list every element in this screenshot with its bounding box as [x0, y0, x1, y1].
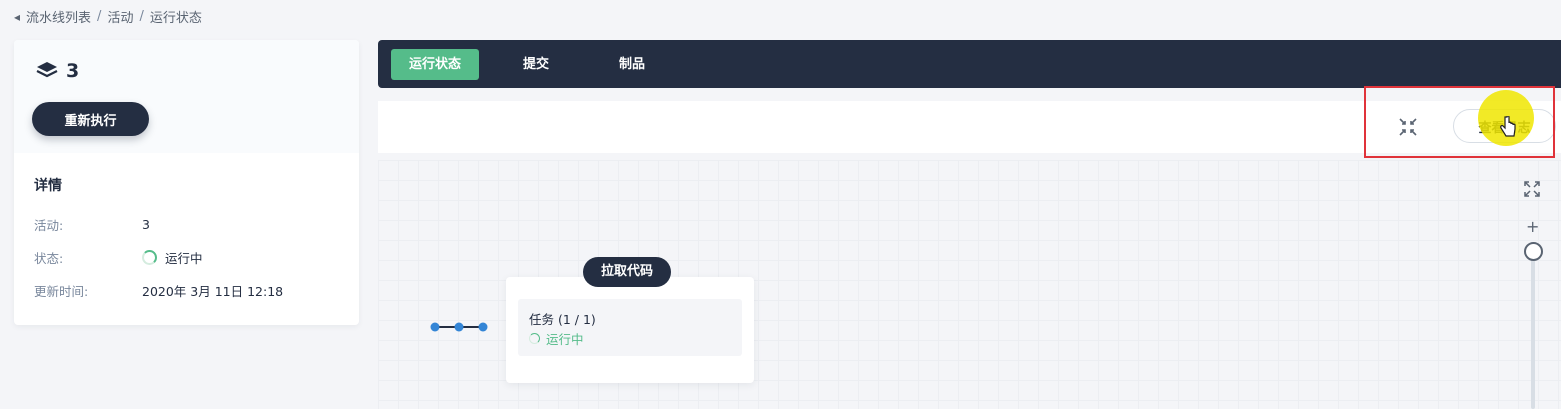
detail-row-activity: 活动: 3 [34, 208, 339, 241]
task-name: 任务 (1 / 1) [529, 312, 596, 327]
detail-value: 3 [142, 217, 150, 232]
detail-row-status: 状态: 运行中 [34, 241, 339, 274]
zoom-slider-handle[interactable] [1524, 242, 1543, 261]
breadcrumb-separator: / [97, 9, 102, 24]
task-item[interactable]: 任务 (1 / 1) 运行中 [518, 299, 742, 356]
details-section: 详情 活动: 3 状态: 运行中 更新时间: 2020年 3月 11日 12:1… [14, 153, 359, 307]
tab-run-status[interactable]: 运行状态 [391, 48, 480, 80]
tab-commits[interactable]: 提交 [505, 49, 567, 80]
zoom-in-button[interactable]: + [1526, 217, 1539, 236]
layers-icon [36, 62, 58, 78]
details-title: 详情 [34, 178, 62, 194]
tab-bar: 运行状态 提交 制品 [378, 40, 1561, 88]
status-text: 运行中 [165, 251, 203, 266]
connector-node [454, 322, 464, 332]
breadcrumb-item-activity[interactable]: 活动 [107, 7, 133, 26]
back-arrow-icon[interactable]: ◂ [14, 10, 20, 24]
view-log-button[interactable]: 查看日志 [1453, 109, 1556, 143]
pipeline-toolbar: 查看日志 [378, 101, 1561, 153]
rerun-button[interactable]: 重新执行 [32, 102, 149, 136]
detail-value: 2020年 3月 11日 12:18 [142, 284, 284, 299]
detail-key: 更新时间: [34, 284, 89, 299]
connector-node [478, 322, 488, 332]
collapse-icon[interactable] [1399, 118, 1417, 136]
detail-row-updated: 更新时间: 2020年 3月 11日 12:18 [34, 274, 339, 307]
run-id-text: 3 [66, 60, 80, 82]
connector-node [430, 322, 440, 332]
running-spinner-icon [529, 333, 540, 344]
fullscreen-icon[interactable] [1524, 181, 1540, 197]
pipeline-start-connector [430, 322, 488, 332]
tab-artifacts[interactable]: 制品 [601, 49, 663, 80]
breadcrumb-item-run-status: 运行状态 [149, 11, 202, 26]
detail-value-status: 运行中 [142, 248, 203, 267]
task-status-text: 运行中 [546, 332, 584, 347]
run-summary-card: 3 重新执行 详情 活动: 3 状态: 运行中 更新时间: 2020年 3月 1… [14, 40, 359, 325]
zoom-slider-track[interactable] [1531, 255, 1535, 409]
breadcrumb-item-pipelines[interactable]: 流水线列表 [26, 7, 91, 26]
detail-key: 状态: [34, 251, 64, 266]
run-header: 3 重新执行 [14, 40, 359, 153]
detail-key: 活动: [34, 218, 64, 233]
task-status: 运行中 [529, 329, 584, 348]
stage-card: 任务 (1 / 1) 运行中 [506, 277, 754, 383]
running-spinner-icon [142, 250, 157, 265]
stage-title: 拉取代码 [583, 257, 672, 287]
run-id: 3 [36, 60, 79, 82]
pipeline-canvas[interactable]: + 任务 (1 / 1) 运行中 拉取代码 [378, 160, 1561, 409]
breadcrumb: ◂ 流水线列表 / 活动 / 运行状态 [14, 7, 202, 26]
breadcrumb-separator: / [139, 9, 144, 24]
